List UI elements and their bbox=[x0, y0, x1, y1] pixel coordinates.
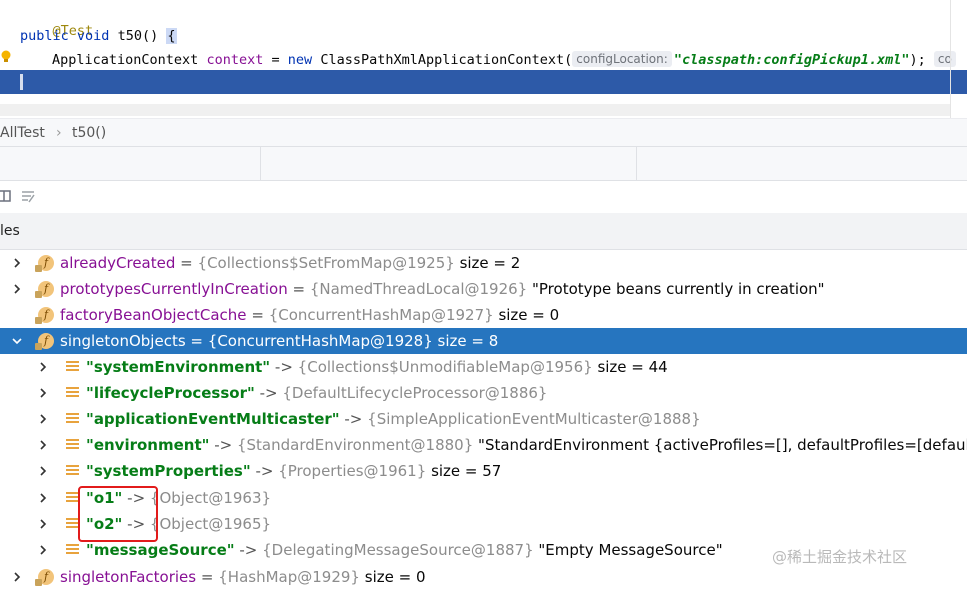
row-text: singletonFactories = {HashMap@1929} size… bbox=[60, 568, 426, 586]
debugger-toolbar bbox=[0, 180, 967, 214]
row-text: "lifecycleProcessor" -> {DefaultLifecycl… bbox=[86, 384, 548, 402]
editor-horizontal-scrollbar[interactable] bbox=[0, 104, 950, 116]
breadcrumb-method[interactable]: t50() bbox=[72, 119, 106, 147]
parameter-hint: configLocation: bbox=[572, 51, 672, 67]
chevron-right-icon[interactable] bbox=[12, 572, 22, 582]
tree-row-singletonFactories[interactable]: f singletonFactories = {HashMap@1929} si… bbox=[0, 564, 967, 590]
debugger-frames-bar bbox=[0, 146, 967, 181]
code-line-3: ApplicationContext context = new ClassPa… bbox=[52, 51, 958, 69]
map-entry-icon bbox=[66, 544, 79, 556]
variables-header: les bbox=[0, 213, 967, 250]
watermark: @稀土掘金技术社区 bbox=[772, 548, 908, 566]
row-text: "environment" -> {StandardEnvironment@18… bbox=[86, 436, 967, 454]
variable-context: context bbox=[206, 52, 264, 68]
field-icon: f bbox=[35, 281, 54, 298]
text-cursor bbox=[20, 74, 23, 90]
chevron-right-icon[interactable] bbox=[38, 493, 48, 503]
map-entry-icon bbox=[66, 465, 79, 477]
tree-row-factoryBeanObjectCache[interactable]: f factoryBeanObjectCache = {ConcurrentHa… bbox=[0, 302, 967, 328]
row-text: "applicationEventMulticaster" -> {Simple… bbox=[86, 410, 701, 428]
chevron-right-icon[interactable] bbox=[38, 388, 48, 398]
row-text: factoryBeanObjectCache = {ConcurrentHash… bbox=[60, 306, 560, 324]
chevron-right-icon[interactable] bbox=[38, 466, 48, 476]
chevron-right-icon[interactable] bbox=[12, 258, 22, 268]
row-text: "messageSource" -> {DelegatingMessageSou… bbox=[86, 541, 723, 559]
field-icon: f bbox=[35, 307, 54, 324]
trailing-hint: co bbox=[933, 51, 956, 67]
tree-row-lifecycleProcessor[interactable]: "lifecycleProcessor" -> {DefaultLifecycl… bbox=[0, 380, 967, 406]
lightbulb-icon[interactable] bbox=[0, 50, 12, 64]
code-editor[interactable]: @Test public void t50() { ApplicationCon… bbox=[0, 0, 967, 118]
map-entry-icon bbox=[66, 439, 79, 451]
string-argument: "classpath:configPickup1.xml" bbox=[673, 52, 910, 68]
panel-divider[interactable] bbox=[260, 146, 261, 180]
layout-icon[interactable] bbox=[0, 188, 12, 204]
keyword-public: public bbox=[20, 28, 69, 44]
assign-op: = bbox=[271, 52, 280, 68]
breadcrumb-class[interactable]: AllTest bbox=[0, 119, 45, 147]
row-text: "systemEnvironment" -> {Collections$Unmo… bbox=[86, 358, 668, 376]
constructor-call: ClassPathXmlApplicationContext( bbox=[320, 52, 573, 68]
chevron-down-icon[interactable] bbox=[12, 336, 22, 346]
code-line-2: public void t50() { bbox=[20, 27, 177, 45]
tree-row-alreadyCreated[interactable]: f alreadyCreated = {Collections$SetFromM… bbox=[0, 250, 967, 276]
tree-row-prototypesCurrentlyInCreation[interactable]: f prototypesCurrentlyInCreation = {Named… bbox=[0, 276, 967, 302]
field-icon: f bbox=[35, 569, 54, 586]
keyword-void: void bbox=[76, 28, 110, 44]
field-icon: f bbox=[35, 333, 54, 350]
row-text: alreadyCreated = {Collections$SetFromMap… bbox=[60, 254, 521, 272]
tree-row-systemEnvironment[interactable]: "systemEnvironment" -> {Collections$Unmo… bbox=[0, 354, 967, 380]
tree-row-singletonObjects[interactable]: f singletonObjects = {ConcurrentHashMap@… bbox=[0, 328, 967, 354]
chevron-right-icon[interactable] bbox=[38, 545, 48, 555]
chevron-right-icon[interactable] bbox=[12, 284, 22, 294]
keyword-new: new bbox=[287, 52, 313, 68]
chevron-right-icon[interactable] bbox=[38, 362, 48, 372]
variables-title: les bbox=[0, 223, 20, 239]
filter-list-icon[interactable] bbox=[20, 188, 36, 204]
row-text: prototypesCurrentlyInCreation = {NamedTh… bbox=[60, 280, 825, 298]
type-name: ApplicationContext bbox=[52, 52, 199, 68]
editor-vertical-divider bbox=[950, 0, 951, 118]
breadcrumb-separator: › bbox=[56, 125, 62, 141]
breadcrumb: AllTest › t50() bbox=[0, 118, 967, 147]
tree-row-systemProperties[interactable]: "systemProperties" -> {Properties@1961} … bbox=[0, 458, 967, 484]
map-entry-icon bbox=[66, 387, 79, 399]
statement-end: ); bbox=[909, 52, 926, 68]
field-icon: f bbox=[35, 255, 54, 272]
chevron-right-icon[interactable] bbox=[38, 414, 48, 424]
map-entry-icon bbox=[66, 361, 79, 373]
map-entry-icon bbox=[66, 413, 79, 425]
highlight-box bbox=[78, 486, 158, 542]
open-brace: { bbox=[166, 28, 177, 44]
chevron-right-icon[interactable] bbox=[38, 440, 48, 450]
row-text: "systemProperties" -> {Properties@1961} … bbox=[86, 462, 502, 480]
current-execution-line bbox=[0, 70, 967, 94]
row-text: singletonObjects = {ConcurrentHashMap@19… bbox=[60, 332, 499, 350]
chevron-right-icon[interactable] bbox=[38, 519, 48, 529]
method-name: t50() bbox=[117, 28, 159, 44]
tree-row-applicationEventMulticaster[interactable]: "applicationEventMulticaster" -> {Simple… bbox=[0, 406, 967, 432]
panel-divider[interactable] bbox=[636, 146, 637, 180]
tree-row-environment[interactable]: "environment" -> {StandardEnvironment@18… bbox=[0, 432, 967, 458]
